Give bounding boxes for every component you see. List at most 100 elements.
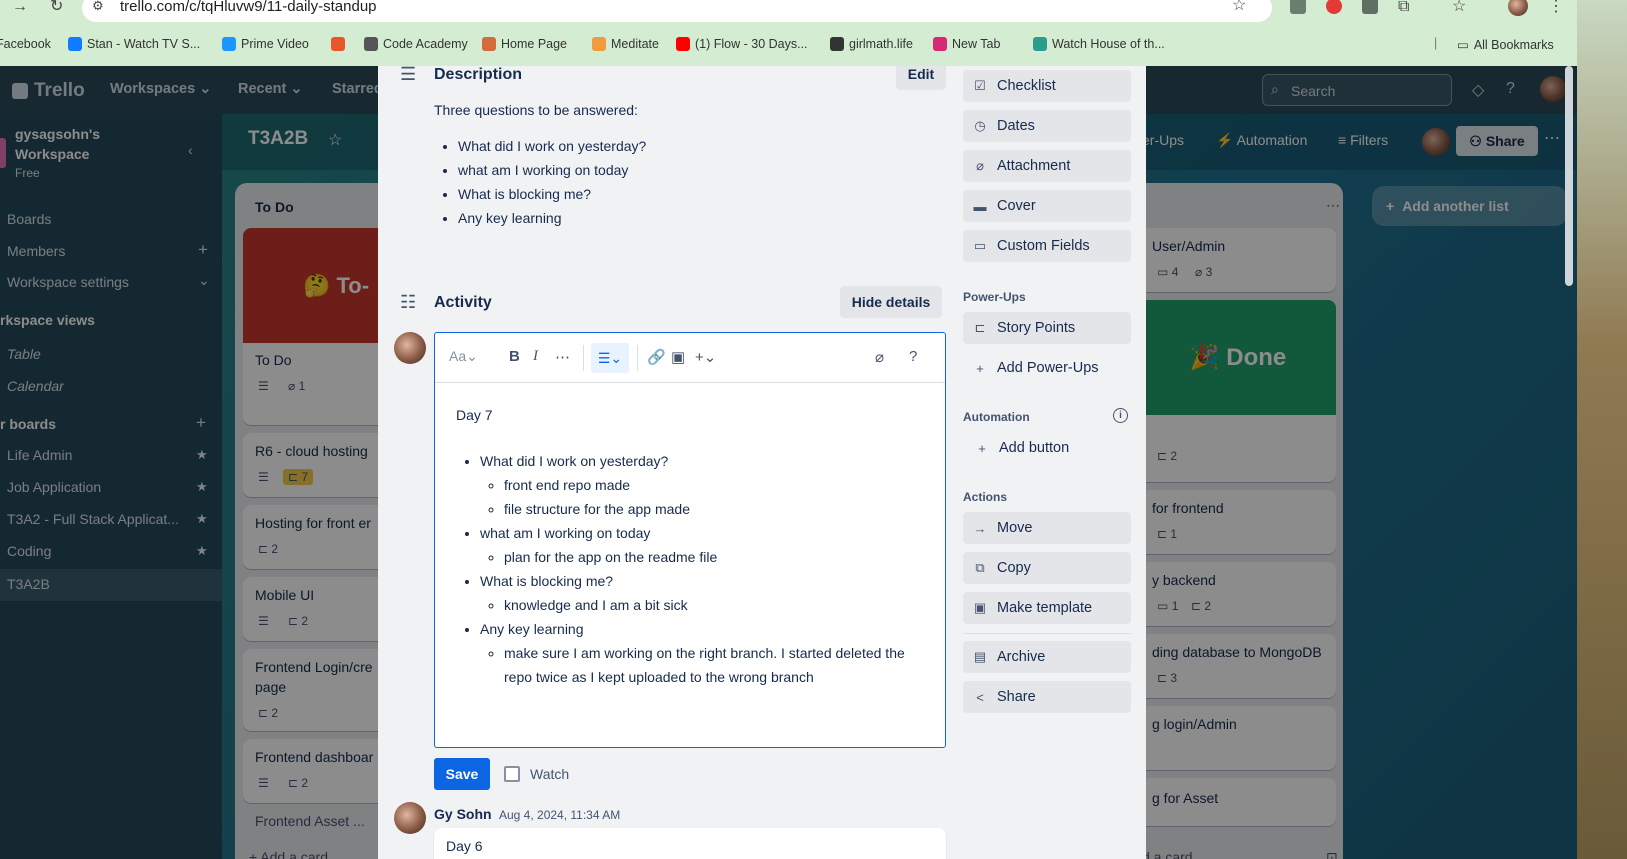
bookmark-item[interactable]: (1) Flow - 30 Days... bbox=[676, 37, 808, 51]
actions-label: Actions bbox=[963, 490, 1008, 504]
current-user-avatar bbox=[394, 332, 426, 364]
plus-icon: + bbox=[976, 360, 984, 376]
bookmark-item[interactable]: girlmath.life bbox=[830, 37, 913, 51]
cover-button[interactable]: ▬ Cover bbox=[963, 190, 1131, 222]
reading-list-icon[interactable]: ☆ bbox=[1452, 0, 1466, 16]
help-icon[interactable]: ? bbox=[909, 348, 917, 365]
reload-icon[interactable]: ↻ bbox=[50, 0, 63, 16]
checklist-button[interactable]: ☑ Checklist bbox=[963, 70, 1131, 102]
custom-fields-icon: ▭ bbox=[973, 238, 987, 253]
editor-subitem: knowledge and I am a bit sick bbox=[504, 593, 926, 617]
move-label: Move bbox=[997, 520, 1033, 536]
custom-fields-button[interactable]: ▭ Custom Fields bbox=[963, 230, 1131, 262]
dates-button[interactable]: ◷ Dates bbox=[963, 110, 1131, 142]
copy-button[interactable]: ⧉ Copy bbox=[963, 552, 1131, 584]
bookmark-item[interactable]: Stan - Watch TV S... bbox=[68, 37, 200, 51]
page-scrollbar[interactable] bbox=[1565, 66, 1573, 286]
desktop-wallpaper bbox=[1577, 0, 1627, 859]
edit-description-button[interactable]: Edit bbox=[896, 66, 946, 90]
text-style-dropdown[interactable]: Aa⌄ bbox=[449, 348, 478, 365]
hide-details-button[interactable]: Hide details bbox=[840, 286, 942, 318]
bookmark-favicon-icon bbox=[364, 37, 378, 51]
editor-subitem: plan for the app on the readme file bbox=[504, 545, 926, 569]
bookmark-star-icon[interactable]: ☆ bbox=[1232, 0, 1246, 15]
bookmark-item[interactable]: Facebook bbox=[0, 37, 51, 51]
extension-red-icon[interactable] bbox=[1326, 0, 1342, 14]
editor-item-text: What did I work on yesterday? bbox=[480, 453, 669, 469]
bookmark-favicon-icon bbox=[830, 37, 844, 51]
checklist-icon: ☑ bbox=[974, 78, 986, 93]
italic-icon[interactable]: I bbox=[533, 348, 538, 365]
insert-plus-icon[interactable]: +⌄ bbox=[695, 348, 716, 366]
bookmark-label: Prime Video bbox=[241, 37, 309, 51]
save-button[interactable]: Save bbox=[434, 758, 490, 790]
checklist-label: Checklist bbox=[997, 78, 1056, 94]
comment-author-avatar bbox=[394, 802, 426, 834]
add-powerups-button[interactable]: + Add Power-Ups bbox=[963, 352, 1131, 384]
clock-icon: ◷ bbox=[974, 118, 986, 133]
make-template-button[interactable]: ▣ Make template bbox=[963, 592, 1131, 624]
menu-icon[interactable]: ⋮ bbox=[1548, 0, 1564, 16]
forward-icon[interactable]: → bbox=[12, 0, 28, 16]
editor-content[interactable]: Day 7 What did I work on yesterday? fron… bbox=[456, 403, 926, 689]
editor-item-text: what am I working on today bbox=[480, 525, 651, 541]
comment-author[interactable]: Gy Sohn bbox=[434, 806, 492, 822]
watch-label: Watch bbox=[530, 766, 570, 782]
bookmark-item[interactable] bbox=[331, 37, 350, 51]
attachment-label: Attachment bbox=[997, 158, 1071, 174]
bookmark-item[interactable]: Home Page bbox=[482, 37, 567, 51]
profile-avatar[interactable] bbox=[1508, 0, 1528, 16]
editor-sublist: knowledge and I am a bit sick bbox=[480, 593, 926, 617]
arrow-right-icon: → bbox=[973, 520, 987, 536]
image-icon[interactable]: ▣ bbox=[671, 348, 685, 366]
bold-icon[interactable]: B bbox=[509, 348, 520, 365]
add-button-label: Add button bbox=[999, 440, 1070, 456]
attachment-button[interactable]: ⌀ Attachment bbox=[963, 150, 1131, 182]
copy-label: Copy bbox=[997, 560, 1031, 576]
all-bookmarks-button[interactable]: ▭ All Bookmarks bbox=[1457, 37, 1554, 53]
add-powerups-label: Add Power-Ups bbox=[997, 360, 1099, 376]
archive-label: Archive bbox=[997, 649, 1046, 665]
bookmark-label: girlmath.life bbox=[849, 37, 913, 51]
bullet-list-icon[interactable]: ☰⌄ bbox=[591, 343, 629, 373]
editor-list-item: What did I work on yesterday? front end … bbox=[480, 449, 926, 521]
bookmark-label: Watch House of th... bbox=[1052, 37, 1165, 51]
extension-icon[interactable] bbox=[1290, 0, 1306, 14]
extension-2-icon[interactable] bbox=[1362, 0, 1378, 14]
comment-editor[interactable]: Aa⌄ B I ⋯ ☰⌄ 🔗 ▣ +⌄ ⌀ ? Day 7 What did I… bbox=[434, 332, 946, 748]
add-button-button[interactable]: + Add button bbox=[963, 432, 1131, 464]
template-icon: ▣ bbox=[973, 600, 987, 615]
comment-timestamp[interactable]: Aug 4, 2024, 11:34 AM bbox=[499, 808, 620, 822]
archive-button[interactable]: ▤ Archive bbox=[963, 641, 1131, 673]
puzzle-icon[interactable]: ⧉ bbox=[1398, 0, 1409, 16]
editor-subitem: front end repo made bbox=[504, 473, 926, 497]
bookmark-item[interactable]: Code Academy bbox=[364, 37, 468, 51]
story-points-label: Story Points bbox=[997, 320, 1076, 336]
info-icon[interactable]: i bbox=[1113, 408, 1128, 423]
share-card-button[interactable]: < Share bbox=[963, 681, 1131, 713]
bookmark-item[interactable]: New Tab bbox=[933, 37, 1000, 51]
story-points-button[interactable]: ⊏ Story Points bbox=[963, 312, 1131, 344]
bookmark-label: Facebook bbox=[0, 37, 51, 51]
editor-list: What did I work on yesterday? front end … bbox=[456, 449, 926, 689]
site-settings-icon[interactable]: ⚙ bbox=[92, 0, 104, 15]
bookmark-label: Code Academy bbox=[383, 37, 468, 51]
share-card-label: Share bbox=[997, 689, 1036, 705]
watch-checkbox[interactable] bbox=[504, 766, 520, 782]
bookmark-item[interactable]: Meditate bbox=[592, 37, 659, 51]
attachment-icon[interactable]: ⌀ bbox=[875, 348, 884, 366]
paperclip-icon: ⌀ bbox=[976, 158, 984, 173]
more-formatting-icon[interactable]: ⋯ bbox=[555, 348, 570, 366]
share-icon: < bbox=[976, 689, 984, 705]
move-button[interactable]: → Move bbox=[963, 512, 1131, 544]
editor-subitem: file structure for the app made bbox=[504, 497, 926, 521]
link-icon[interactable]: 🔗 bbox=[647, 348, 666, 366]
dates-label: Dates bbox=[997, 118, 1035, 134]
address-bar[interactable]: ⚙ trello.com/c/tqHluvw9/11-daily-standup… bbox=[82, 0, 1272, 22]
bookmark-favicon-icon bbox=[1033, 37, 1047, 51]
editor-list-item: what am I working on today plan for the … bbox=[480, 521, 926, 569]
editor-list-item: What is blocking me? knowledge and I am … bbox=[480, 569, 926, 617]
bookmark-item[interactable]: Prime Video bbox=[222, 37, 309, 51]
bookmark-item[interactable]: Watch House of th... bbox=[1033, 37, 1165, 51]
bookmark-favicon-icon bbox=[68, 37, 82, 51]
